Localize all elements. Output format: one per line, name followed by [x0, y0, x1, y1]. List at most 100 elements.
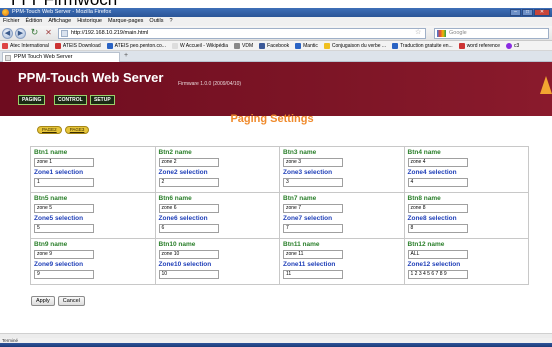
navigation-toolbar: ◀ ▶ ↻ ✕ http://192.168.10.219/main.html … [0, 26, 552, 41]
zone-selection-label: Zone12 selection [407, 261, 461, 268]
bookmark-item[interactable]: Facebook [259, 41, 289, 50]
button-name-label: Btn5 name [34, 195, 68, 202]
zone-selection-input[interactable]: 5 [34, 224, 94, 233]
bookmark-item[interactable]: W Accueil - Wikipédia [171, 41, 228, 50]
stop-icon[interactable]: ✕ [43, 28, 54, 39]
bookmark-item[interactable]: ATEIS Download [54, 41, 101, 50]
back-icon[interactable]: ◀ [2, 28, 13, 39]
window-controls: – □ ✕ [510, 9, 550, 16]
reload-icon[interactable]: ↻ [29, 28, 40, 39]
button-name-label: Btn12 name [407, 241, 445, 248]
button-config-cell: Btn2 name zone 2 Zone2 selection 2 [154, 146, 280, 193]
button-config-cell: Btn11 name zone 11 Zone11 selection 11 [279, 238, 405, 285]
page-icon [5, 55, 11, 61]
new-tab-icon[interactable]: + [124, 52, 128, 59]
site-icon [61, 30, 68, 37]
bookmark-icon [506, 42, 513, 49]
menu-edit[interactable]: Édition [26, 17, 43, 26]
maximize-icon[interactable]: □ [522, 9, 533, 16]
tab-current[interactable]: PPM Touch Web Server [2, 52, 120, 62]
nav-control-button[interactable]: CONTROL [54, 95, 87, 105]
zone-selection-input[interactable]: 4 [407, 178, 468, 187]
menu-bookmarks[interactable]: Marque-pages [108, 17, 143, 26]
button-name-input[interactable]: zone 3 [283, 158, 343, 167]
button-config-cell: Btn10 name zone 10 Zone10 selection 10 [154, 238, 280, 285]
bookmark-icon [323, 42, 330, 49]
menu-file[interactable]: Fichier [3, 17, 20, 26]
menu-bar: Fichier Édition Affichage Historique Mar… [0, 17, 552, 26]
bookmark-item[interactable]: Mantic [295, 41, 318, 50]
bookmark-item[interactable]: c3 [506, 41, 519, 50]
google-icon [437, 30, 446, 37]
cancel-button[interactable]: Cancel [57, 296, 85, 306]
button-config-cell: Btn8 name zone 8 Zone8 selection 8 [403, 192, 529, 239]
menu-help[interactable]: ? [169, 17, 172, 26]
button-name-input[interactable]: zone 4 [407, 158, 468, 167]
zone-selection-input[interactable]: 9 [34, 270, 94, 279]
table-row: Btn5 name zone 5 Zone5 selection 5 Btn6 … [30, 192, 529, 239]
zone-selection-label: Zone8 selection [407, 215, 457, 222]
menu-history[interactable]: Historique [77, 17, 102, 26]
url-input[interactable]: http://192.168.10.219/main.html [58, 28, 426, 39]
bookmark-item[interactable]: VDM [234, 41, 253, 50]
menu-view[interactable]: Affichage [48, 17, 71, 26]
button-name-input[interactable]: ALL [407, 250, 468, 259]
window-title: PPM-Touch Web Server - Mozilla Firefox [12, 9, 112, 15]
url-text: http://192.168.10.219/main.html [71, 30, 149, 36]
button-name-input[interactable]: zone 7 [283, 204, 343, 213]
zone-selection-input[interactable]: 11 [283, 270, 343, 279]
nav-setup-button[interactable]: SETUP [90, 95, 115, 105]
button-name-label: Btn8 name [407, 195, 441, 202]
bookmark-star-icon[interactable]: ☆ [415, 28, 421, 36]
button-name-input[interactable]: zone 5 [34, 204, 94, 213]
tab-page3[interactable]: PAGE3 [64, 126, 90, 134]
zone-selection-input[interactable]: 3 [283, 178, 343, 187]
button-config-cell: Btn12 name ALL Zone12 selection 1 2 3 4 … [403, 238, 529, 285]
forward-icon[interactable]: ▶ [15, 28, 26, 39]
search-input[interactable]: Google [434, 28, 549, 39]
button-name-label: Btn4 name [407, 149, 441, 156]
minimize-icon[interactable]: – [510, 9, 521, 16]
zone-selection-input[interactable]: 7 [283, 224, 343, 233]
firefox-icon [2, 9, 9, 16]
bookmark-item[interactable]: Conjugaison du verbe ... [323, 41, 386, 50]
button-name-label: Btn11 name [283, 241, 320, 248]
button-name-label: Btn2 name [158, 149, 192, 156]
zone-selection-label: Zone2 selection [158, 169, 208, 176]
bookmark-item[interactable]: word reference [458, 41, 500, 50]
table-row: Btn1 name zone 1 Zone1 selection 1 Btn2 … [30, 146, 529, 193]
bookmark-icon [392, 42, 399, 49]
zone-selection-input[interactable]: 6 [158, 224, 219, 233]
button-name-input[interactable]: zone 10 [158, 250, 219, 259]
bookmark-icon [295, 42, 302, 49]
zone-selection-input[interactable]: 1 2 3 4 5 6 7 8 9 [407, 270, 468, 279]
menu-tools[interactable]: Outils [149, 17, 163, 26]
bookmark-item[interactable]: Atec International [2, 41, 49, 50]
bookmarks-bar: Atec International ATEIS Download ATEIS … [0, 41, 552, 51]
zone-selection-input[interactable]: 10 [158, 270, 219, 279]
nav-paging-button[interactable]: PAGING [18, 95, 46, 105]
button-name-input[interactable]: zone 6 [158, 204, 219, 213]
button-config-cell: Btn5 name zone 5 Zone5 selection 5 [30, 192, 156, 239]
window-titlebar: PPM-Touch Web Server - Mozilla Firefox –… [0, 8, 552, 17]
zone-selection-input[interactable]: 1 [34, 178, 94, 187]
bookmark-item[interactable]: Traduction gratuite en... [392, 41, 453, 50]
button-name-input[interactable]: zone 11 [283, 250, 343, 259]
button-name-input[interactable]: zone 2 [158, 158, 219, 167]
button-name-label: Btn6 name [158, 195, 192, 202]
button-config-cell: Btn4 name zone 4 Zone4 selection 4 [403, 146, 529, 193]
button-name-input[interactable]: zone 9 [34, 250, 94, 259]
zone-selection-input[interactable]: 8 [407, 224, 468, 233]
close-icon[interactable]: ✕ [534, 9, 550, 16]
zone-selection-input[interactable]: 2 [158, 178, 219, 187]
button-config-cell: Btn6 name zone 6 Zone6 selection 6 [154, 192, 280, 239]
button-name-input[interactable]: zone 1 [34, 158, 94, 167]
button-config-cell: Btn3 name zone 3 Zone3 selection 3 [279, 146, 405, 193]
bookmark-icon [2, 42, 8, 49]
zone-selection-label: Zone7 selection [283, 215, 333, 222]
os-taskbar [0, 343, 552, 347]
bookmark-item[interactable]: ATEIS peo.penton.co... [106, 41, 166, 50]
button-name-input[interactable]: zone 8 [407, 204, 468, 213]
apply-button[interactable]: Apply [31, 296, 55, 306]
tab-page2[interactable]: PAGE2 [37, 126, 62, 134]
